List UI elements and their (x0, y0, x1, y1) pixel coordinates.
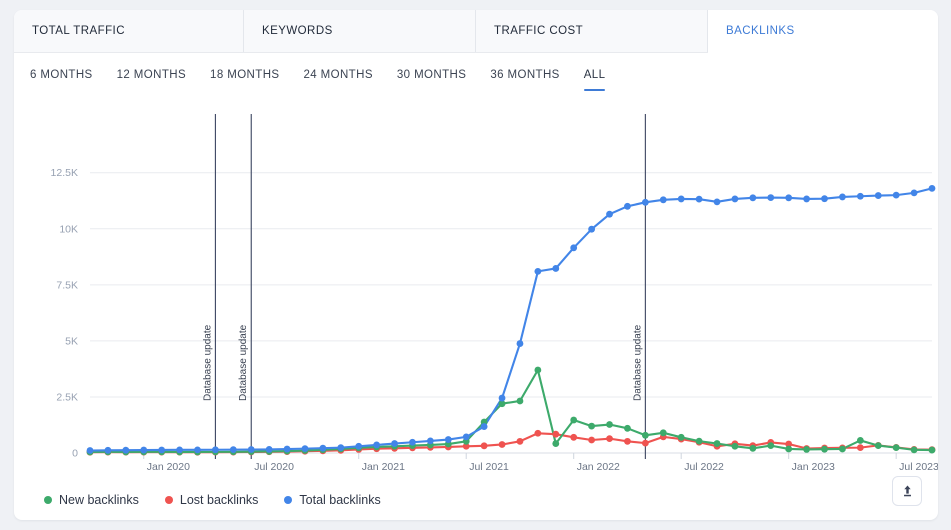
svg-text:Database update: Database update (238, 324, 249, 401)
svg-text:10K: 10K (59, 223, 78, 235)
svg-text:Jul 2020: Jul 2020 (254, 461, 294, 473)
period-12-months[interactable]: 12 MONTHS (117, 69, 186, 84)
tab-keywords[interactable]: KEYWORDS (244, 10, 476, 52)
upload-icon (903, 485, 911, 496)
chart-svg: 0 2.5K 5K 7.5K 10K 12.5K Jan 2020 Jul 2020 Jan 2… (51, 114, 938, 473)
period-6-months[interactable]: 6 MONTHS (30, 69, 93, 84)
tab-label: KEYWORDS (262, 25, 333, 37)
legend-dot-icon (44, 496, 52, 504)
svg-text:Jul 2022: Jul 2022 (684, 461, 724, 473)
tab-traffic-cost[interactable]: TRAFFIC COST (476, 10, 708, 52)
period-label: 36 MONTHS (490, 68, 560, 81)
period-30-months[interactable]: 30 MONTHS (397, 69, 466, 84)
period-18-months[interactable]: 18 MONTHS (210, 69, 279, 84)
backlinks-analytics-card: TOTAL TRAFFIC KEYWORDS TRAFFIC COST BACK… (14, 10, 938, 520)
svg-text:Jan 2022: Jan 2022 (577, 461, 620, 473)
legend-dot-icon (164, 496, 173, 504)
period-label: 18 MONTHS (210, 68, 280, 81)
svg-text:Jul 2023: Jul 2023 (899, 461, 938, 473)
backlinks-chart: 0 2.5K 5K 7.5K 10K 12.5K Jan 2020 Jul 2020 Jan 2… (14, 106, 938, 481)
legend-item-new-backlinks[interactable]: New backlinks (44, 493, 139, 507)
tab-total-traffic[interactable]: TOTAL TRAFFIC (14, 10, 244, 52)
legend-dot-icon (284, 496, 293, 504)
svg-text:5K: 5K (65, 335, 78, 347)
svg-text:7.5K: 7.5K (56, 279, 78, 291)
svg-text:Database update: Database update (202, 324, 213, 401)
legend-item-total-backlinks[interactable]: Total backlinks (284, 493, 381, 507)
period-label: ALL (583, 68, 606, 81)
tab-label: TRAFFIC COST (494, 25, 584, 37)
tab-label: TOTAL TRAFFIC (32, 25, 125, 37)
svg-text:2.5K: 2.5K (56, 391, 78, 403)
export-button[interactable] (892, 476, 922, 506)
chart-legend: New backlinks Lost backlinks Total backl… (44, 493, 381, 507)
legend-item-lost-backlinks[interactable]: Lost backlinks (164, 493, 259, 507)
period-36-months[interactable]: 36 MONTHS (490, 69, 559, 84)
tab-bar: TOTAL TRAFFIC KEYWORDS TRAFFIC COST BACK… (14, 10, 938, 53)
svg-text:Jan 2021: Jan 2021 (362, 461, 405, 473)
tab-label: BACKLINKS (726, 25, 795, 37)
svg-text:Jul 2021: Jul 2021 (469, 461, 509, 473)
svg-text:Jan 2023: Jan 2023 (792, 461, 835, 473)
period-selector: 6 MONTHS 12 MONTHS 18 MONTHS 24 MONTHS 3… (14, 53, 938, 99)
period-all[interactable]: ALL (583, 68, 606, 91)
svg-text:12.5K: 12.5K (51, 167, 78, 179)
period-label: 30 MONTHS (396, 68, 467, 81)
svg-text:0: 0 (72, 448, 78, 460)
legend-label: Lost backlinks (179, 493, 259, 507)
period-label: 6 MONTHS (30, 68, 93, 81)
period-label: 24 MONTHS (303, 68, 373, 81)
period-label: 12 MONTHS (116, 68, 187, 81)
svg-text:Database update: Database update (632, 324, 643, 401)
period-24-months[interactable]: 24 MONTHS (303, 69, 372, 84)
legend-label: New backlinks (59, 493, 139, 507)
svg-text:Jan 2020: Jan 2020 (147, 461, 190, 473)
legend-label: Total backlinks (299, 493, 381, 507)
tab-backlinks[interactable]: BACKLINKS (708, 10, 938, 53)
